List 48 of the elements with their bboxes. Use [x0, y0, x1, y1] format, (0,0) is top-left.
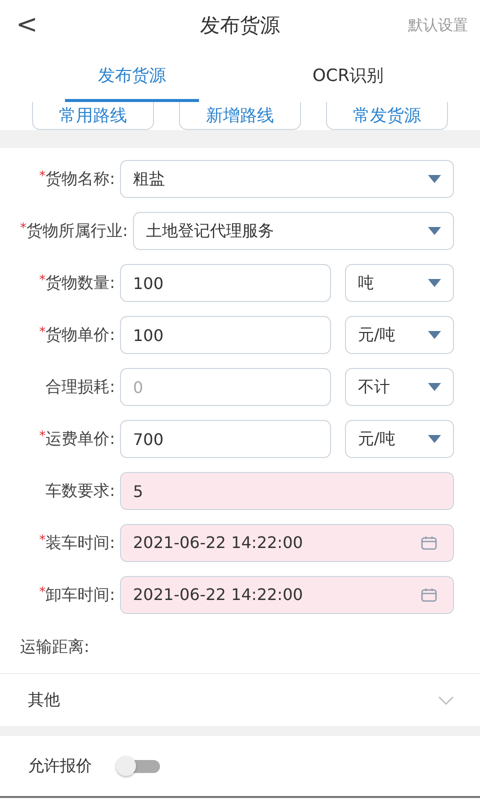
required-mark: * [39, 273, 46, 288]
field-label: 货物数量: [46, 273, 115, 292]
tab[interactable]: OCR识别 [281, 50, 415, 102]
calendar-icon [421, 536, 437, 550]
date-field[interactable]: 2021-06-22 14:22:00 [120, 576, 454, 614]
select-field[interactable]: 粗盐 [120, 160, 454, 198]
page-title: 发布货源 [199, 12, 281, 39]
unit-select[interactable]: 元/吨 [345, 316, 454, 354]
unit-select[interactable]: 不计 [345, 368, 454, 406]
required-mark: * [39, 325, 46, 340]
required-mark: * [20, 221, 26, 236]
section-label: 其他 [28, 689, 60, 711]
route-button[interactable]: 常用路线 [32, 102, 154, 130]
calendar-icon [421, 588, 437, 602]
input-field[interactable]: 0 [120, 368, 331, 406]
field-label: 货物单价: [46, 325, 115, 344]
field-label: 合理损耗: [46, 377, 115, 396]
field-label: 装车时间: [46, 533, 115, 552]
field-label: 卸车时间: [46, 585, 115, 604]
caret-icon [428, 435, 441, 443]
chevron-icon[interactable] [438, 696, 454, 704]
field-label: 车数要求: [46, 481, 115, 500]
required-mark: * [39, 585, 46, 600]
select-field[interactable]: 土地登记代理服务 [132, 212, 454, 250]
back-button[interactable]: < [0, 12, 90, 38]
field-label: 运输距离: [20, 637, 90, 656]
route-button[interactable]: 常发货源 [326, 102, 448, 130]
caret-icon [428, 331, 441, 339]
field-label: 运费单价: [46, 429, 115, 448]
field-label: 货物所属行业: [26, 221, 128, 240]
caret-icon [428, 227, 441, 235]
required-mark: * [39, 533, 46, 548]
toggle-label: 允许报价 [28, 755, 92, 777]
toggle-switch[interactable] [116, 755, 160, 777]
field-label: 货物名称: [46, 169, 115, 188]
route-button[interactable]: 新增路线 [179, 102, 301, 130]
input-field[interactable]: 5 [120, 472, 454, 510]
date-field[interactable]: 2021-06-22 14:22:00 [120, 524, 454, 562]
required-mark: * [39, 169, 46, 184]
caret-icon [428, 279, 441, 287]
input-field[interactable]: 100 [120, 264, 331, 302]
caret-icon [428, 175, 441, 183]
caret-icon [428, 383, 441, 391]
unit-select[interactable]: 吨 [345, 264, 454, 302]
input-field[interactable]: 700 [120, 420, 331, 458]
unit-select[interactable]: 元/吨 [345, 420, 454, 458]
required-mark: * [39, 429, 46, 444]
input-field[interactable]: 100 [120, 316, 331, 354]
